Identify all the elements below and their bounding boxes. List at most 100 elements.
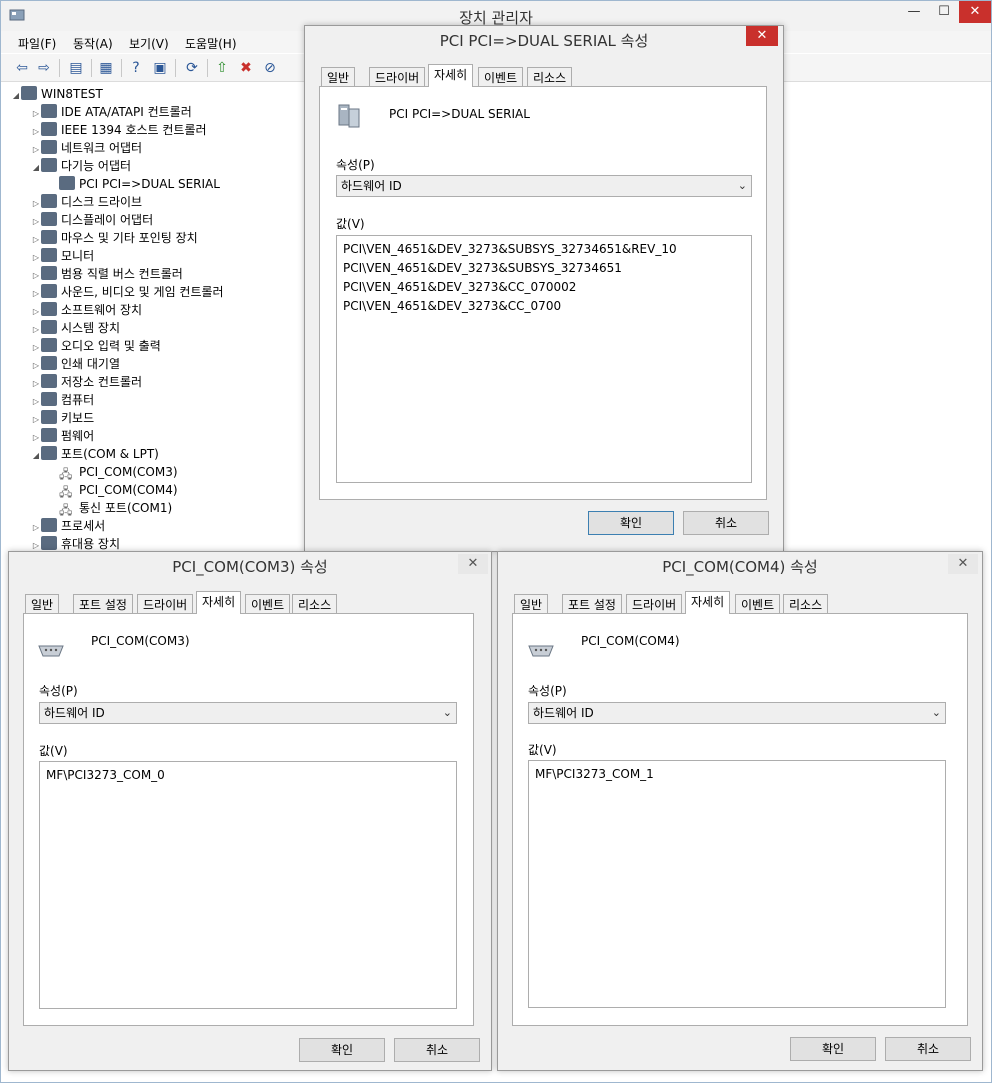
tree-item[interactable]: ▷ 시스템 장치 (31, 319, 120, 337)
tree-root[interactable]: ◢ WIN8TEST (11, 85, 103, 103)
property-label: 속성(P) (39, 684, 78, 698)
cancel-button[interactable]: 취소 (394, 1038, 480, 1062)
device-category-icon (41, 122, 57, 136)
device-category-icon (41, 266, 57, 280)
value-list[interactable]: MF\PCI3273_COM_1 (528, 760, 946, 1008)
tab-events[interactable]: 이벤트 (245, 594, 291, 614)
close-icon[interactable]: ✕ (746, 26, 778, 46)
device-category-icon (41, 536, 57, 550)
list-item[interactable]: PCI\VEN_4651&DEV_3273&CC_0700 (343, 297, 745, 316)
list-item[interactable]: MF\PCI3273_COM_0 (46, 766, 450, 785)
tree-item-label: 마우스 및 기타 포인팅 장치 (61, 231, 198, 245)
tree-item[interactable]: 🖧 PCI_COM(COM4) (49, 481, 178, 499)
menu-file[interactable]: 파일(F) (18, 35, 56, 52)
tab-events[interactable]: 이벤트 (478, 67, 524, 87)
device-category-icon (41, 158, 57, 172)
tree-item-label: IEEE 1394 호스트 컨트롤러 (61, 123, 207, 137)
minimize-button[interactable]: — (899, 1, 929, 23)
tree-item[interactable]: ▷ 오디오 입력 및 출력 (31, 337, 161, 355)
tree-item[interactable]: ▷ 인쇄 대기열 (31, 355, 120, 373)
forward-arrow-icon[interactable]: ⇨ (35, 59, 53, 77)
tree-item[interactable]: ▷ 사운드, 비디오 및 게임 컨트롤러 (31, 283, 224, 301)
tree-item[interactable]: ▷ 모니터 (31, 247, 94, 265)
expanded-triangle-icon[interactable]: ◢ (31, 159, 41, 177)
tab-details[interactable]: 자세히 (428, 64, 474, 87)
close-icon[interactable]: ✕ (948, 554, 978, 574)
help-icon[interactable]: ? (127, 59, 145, 77)
tab-resources[interactable]: 리소스 (783, 594, 829, 614)
tab-driver[interactable]: 드라이버 (626, 594, 683, 614)
tree-item-label: 펌웨어 (61, 429, 95, 443)
view-icon[interactable]: ▣ (151, 59, 169, 77)
show-hide-tree-icon[interactable]: ▤ (67, 59, 85, 77)
tree-item[interactable]: ▷ 소프트웨어 장치 (31, 301, 142, 319)
tree-item[interactable]: ◢ 포트(COM & LPT) (31, 445, 159, 463)
tab-events[interactable]: 이벤트 (735, 594, 781, 614)
disable-device-icon[interactable]: ⊘ (261, 59, 279, 77)
ok-button[interactable]: 확인 (790, 1037, 876, 1061)
tab-driver[interactable]: 드라이버 (369, 67, 426, 87)
property-select[interactable]: 하드웨어 ID ⌄ (528, 702, 946, 724)
device-tree: ◢ WIN8TEST ▷ IDE ATA/ATAPI 컨트롤러 ▷ IEEE 1394 호… (9, 85, 309, 555)
close-icon[interactable]: ✕ (458, 554, 488, 574)
tree-item[interactable]: 🖧 PCI_COM(COM3) (49, 463, 178, 481)
tree-item[interactable]: ▷ 프로세서 (31, 517, 105, 535)
tab-resources[interactable]: 리소스 (292, 594, 338, 614)
tab-details[interactable]: 자세히 (196, 591, 242, 614)
close-button[interactable]: ✕ (959, 1, 991, 23)
tree-item[interactable]: ▷ IDE ATA/ATAPI 컨트롤러 (31, 103, 192, 121)
tree-item[interactable]: ▷ 범용 직렬 버스 컨트롤러 (31, 265, 183, 283)
tab-details[interactable]: 자세히 (685, 591, 731, 614)
uninstall-icon[interactable]: ✖ (237, 59, 255, 77)
ok-button[interactable]: 확인 (588, 511, 674, 535)
tab-general[interactable]: 일반 (514, 594, 549, 614)
tab-port-settings[interactable]: 포트 설정 (562, 594, 622, 614)
list-item[interactable]: PCI\VEN_4651&DEV_3273&SUBSYS_32734651 (343, 259, 745, 278)
device-category-icon (41, 194, 57, 208)
property-select[interactable]: 하드웨어 ID ⌄ (336, 175, 752, 197)
tree-item[interactable]: ▷ 저장소 컨트롤러 (31, 373, 142, 391)
expanded-triangle-icon[interactable]: ◢ (11, 87, 21, 105)
list-item[interactable]: PCI\VEN_4651&DEV_3273&CC_070002 (343, 278, 745, 297)
tree-item[interactable]: ▷ IEEE 1394 호스트 컨트롤러 (31, 121, 207, 139)
toolbar-separator (207, 59, 208, 77)
expanded-triangle-icon[interactable]: ◢ (31, 447, 41, 465)
cancel-button[interactable]: 취소 (683, 511, 769, 535)
tree-item-label: 디스플레이 어댑터 (61, 213, 154, 227)
tree-item-label: 프로세서 (61, 519, 106, 533)
value-list[interactable]: MF\PCI3273_COM_0 (39, 761, 457, 1009)
menu-action[interactable]: 동작(A) (73, 35, 113, 52)
device-category-icon (41, 374, 57, 388)
tree-item[interactable]: ▷ 디스크 드라이브 (31, 193, 142, 211)
value-label: 값(V) (39, 744, 68, 758)
update-driver-icon[interactable]: ⇧ (213, 59, 231, 77)
cancel-button[interactable]: 취소 (885, 1037, 971, 1061)
tree-item[interactable]: ▷ 네트워크 어댑터 (31, 139, 142, 157)
property-select[interactable]: 하드웨어 ID ⌄ (39, 702, 457, 724)
tab-driver[interactable]: 드라이버 (137, 594, 194, 614)
tree-item[interactable]: ▷ 키보드 (31, 409, 94, 427)
maximize-button[interactable]: ☐ (929, 1, 959, 23)
tree-item[interactable]: ▷ 펌웨어 (31, 427, 94, 445)
tab-general[interactable]: 일반 (25, 594, 60, 614)
scan-hardware-icon[interactable]: ⟳ (183, 59, 201, 77)
tab-resources[interactable]: 리소스 (527, 67, 573, 87)
list-item[interactable]: MF\PCI3273_COM_1 (535, 765, 939, 784)
tab-port-settings[interactable]: 포트 설정 (73, 594, 133, 614)
tree-item[interactable]: ◢ 다기능 어댑터 (31, 157, 131, 175)
tree-item[interactable]: PCI PCI=>DUAL SERIAL (49, 175, 220, 193)
chevron-down-icon: ⌄ (737, 179, 747, 192)
tree-item[interactable]: ▷ 디스플레이 어댑터 (31, 211, 153, 229)
menu-view[interactable]: 보기(V) (129, 35, 169, 52)
tree-item[interactable]: ▷ 컴퓨터 (31, 391, 94, 409)
tree-item[interactable]: 🖧 통신 포트(COM1) (49, 499, 172, 517)
computer-icon (21, 86, 37, 100)
value-list[interactable]: PCI\VEN_4651&DEV_3273&SUBSYS_32734651&RE… (336, 235, 752, 483)
menu-help[interactable]: 도움말(H) (185, 35, 237, 52)
tab-general[interactable]: 일반 (321, 67, 356, 87)
properties-icon[interactable]: ▦ (97, 59, 115, 77)
ok-button[interactable]: 확인 (299, 1038, 385, 1062)
back-arrow-icon[interactable]: ⇦ (13, 59, 31, 77)
tree-item[interactable]: ▷ 마우스 및 기타 포인팅 장치 (31, 229, 198, 247)
list-item[interactable]: PCI\VEN_4651&DEV_3273&SUBSYS_32734651&RE… (343, 240, 745, 259)
